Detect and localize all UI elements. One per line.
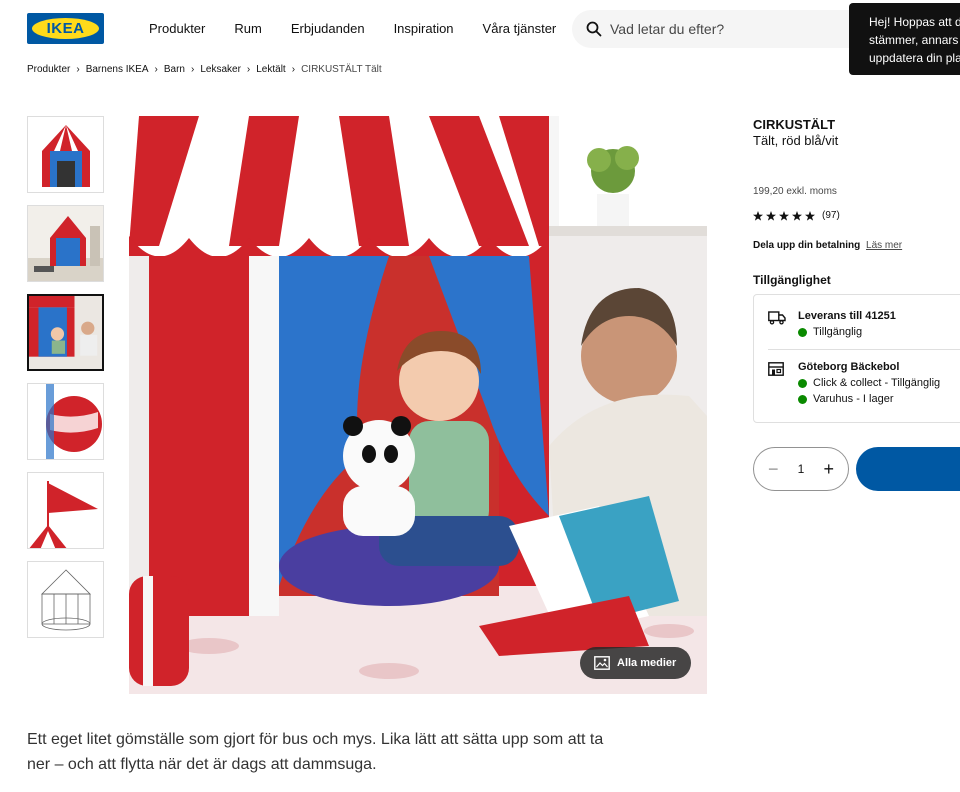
nav-item-inspiration[interactable]: Inspiration (394, 21, 454, 36)
star-icon (792, 210, 802, 221)
availability-box: Leverans till 41251 Tillgänglig Göteborg… (753, 294, 960, 423)
all-media-button[interactable]: Alla medier (580, 647, 691, 679)
nav-item-produkter[interactable]: Produkter (149, 21, 205, 36)
status-dot (798, 394, 807, 404)
delivery-status-text: Tillgänglig (813, 326, 863, 338)
ikea-logo[interactable]: IKEA (27, 13, 104, 44)
star-icon (753, 210, 763, 221)
star-icon (766, 210, 776, 221)
breadcrumb-item[interactable]: Leksaker (200, 64, 241, 75)
main-nav: Produkter Rum Erbjudanden Inspiration Vå… (149, 21, 585, 36)
star-icon (805, 210, 815, 221)
increase-quantity-button[interactable]: + (823, 459, 834, 480)
in-stock-text: Varuhus - I lager (813, 393, 894, 405)
thumbnail-tent-flag[interactable] (27, 472, 104, 549)
chevron-right-icon: › (154, 64, 158, 75)
nav-item-erbjudanden[interactable]: Erbjudanden (291, 21, 365, 36)
search-icon (586, 21, 602, 37)
nav-item-rum[interactable]: Rum (234, 21, 261, 36)
search-input[interactable] (610, 21, 840, 37)
store-icon (768, 362, 784, 376)
product-long-description: Ett eget litet gömställe som gjort för b… (27, 731, 604, 773)
product-name: CIRKUSTÄLT (753, 117, 836, 132)
tooltip-line: uppdatera din pla (869, 51, 960, 65)
logo-text: IKEA (46, 20, 85, 37)
divider (768, 349, 960, 350)
add-to-cart-button[interactable] (856, 447, 960, 491)
chevron-right-icon: › (291, 64, 296, 75)
thumbnail-tent-packed[interactable] (27, 383, 104, 460)
delivery-title: Leverans till 41251 (798, 310, 896, 322)
decrease-quantity-button[interactable]: − (768, 459, 779, 480)
thumbnail-tent-front[interactable] (27, 116, 104, 193)
status-dot (798, 378, 807, 388)
installment-info: Dela upp din betalning Läs mer (753, 240, 902, 251)
store-status-line: Varuhus - I lager (798, 393, 894, 405)
breadcrumb-item[interactable]: Lektält (256, 64, 285, 75)
quantity-stepper: − 1 + (753, 447, 849, 491)
breadcrumb-item[interactable]: Barnens IKEA (86, 64, 149, 75)
product-price: 199,20 exkl. moms (753, 186, 837, 197)
store-status-line: Click & collect - Tillgänglig (798, 377, 940, 389)
location-tooltip: Hej! Hoppas att d stämmer, annars uppdat… (849, 3, 960, 75)
star-icon (779, 210, 789, 221)
status-dot (798, 327, 807, 337)
search-bar[interactable] (572, 10, 872, 48)
thumbnail-tent-drawing[interactable] (27, 561, 104, 638)
thumbnail-tent-room[interactable] (27, 205, 104, 282)
breadcrumb-item[interactable]: Produkter (27, 64, 70, 75)
breadcrumb-current: CIRKUSTÄLT Tält (301, 64, 382, 75)
product-main-image[interactable]: Alla medier (129, 116, 707, 694)
product-description: Tält, röd blå/vit (753, 133, 839, 148)
click-collect-text: Click & collect - Tillgänglig (813, 377, 941, 389)
thumbnail-tent-play[interactable] (27, 294, 104, 371)
chevron-right-icon: › (76, 64, 80, 75)
breadcrumb-item[interactable]: Barn (164, 64, 185, 75)
quantity-value: 1 (797, 462, 805, 476)
tooltip-line: stämmer, annars (869, 33, 959, 47)
breadcrumb: Produkter › Barnens IKEA › Barn › Leksaker ›… (27, 64, 382, 75)
read-more-link[interactable]: Läs mer (866, 240, 902, 251)
store-title: Göteborg Bäckebol (798, 361, 900, 373)
installment-label: Dela upp din betalning (753, 240, 861, 251)
availability-title: Tillgänglighet (753, 273, 831, 287)
product-rating[interactable]: (97) (753, 210, 840, 221)
gallery-icon (594, 656, 610, 670)
rating-count: (97) (822, 210, 840, 221)
truck-icon (768, 311, 786, 325)
tooltip-line: Hej! Hoppas att d (869, 15, 960, 29)
tent-photo (129, 116, 707, 694)
all-media-label: Alla medier (617, 657, 677, 669)
logo-oval: IKEA (32, 18, 99, 39)
nav-item-vara-tjanster[interactable]: Våra tjänster (483, 21, 557, 36)
site-header: IKEA Produkter Rum Erbjudanden Inspirati… (0, 0, 960, 75)
delivery-status: Tillgänglig (798, 326, 862, 338)
chevron-right-icon: › (190, 64, 195, 75)
chevron-right-icon: › (246, 64, 251, 75)
